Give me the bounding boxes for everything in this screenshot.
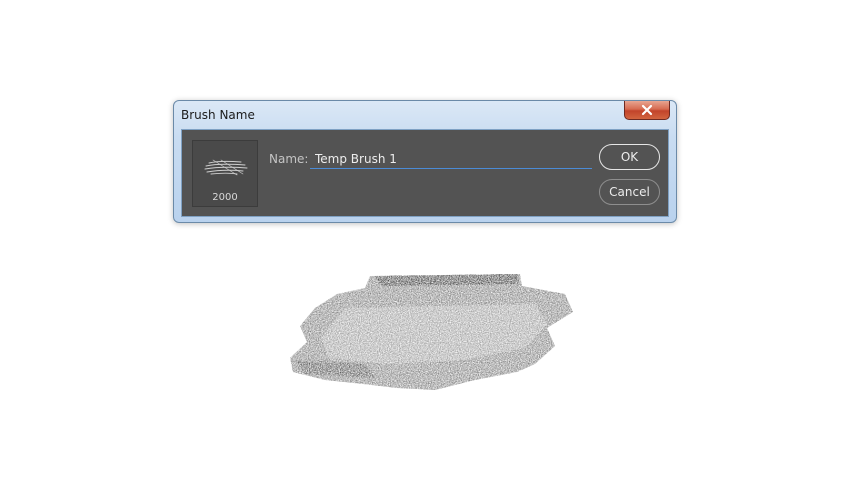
brush-stroke-preview — [204, 159, 248, 176]
ok-button[interactable]: OK — [599, 144, 660, 170]
dialog-title: Brush Name — [181, 108, 255, 122]
title-bar[interactable]: Brush Name — [174, 101, 676, 129]
cancel-button[interactable]: Cancel — [599, 179, 660, 205]
brush-name-input[interactable] — [310, 149, 592, 169]
name-label: Name: — [269, 152, 309, 166]
dialog-body: 2000 Name: OK Cancel — [181, 129, 669, 217]
brush-thumbnail: 2000 — [192, 140, 258, 207]
pencil-stroke-image — [290, 274, 573, 390]
brush-size-label: 2000 — [212, 192, 238, 203]
close-icon — [641, 104, 653, 116]
brush-name-dialog: Brush Name 2000 Name: Temp Brush 1 OK Ca… — [173, 100, 677, 223]
close-button[interactable] — [624, 101, 670, 120]
desktop-canvas: Brush Name 2000 Name: Temp Brush 1 OK Ca… — [0, 0, 850, 494]
